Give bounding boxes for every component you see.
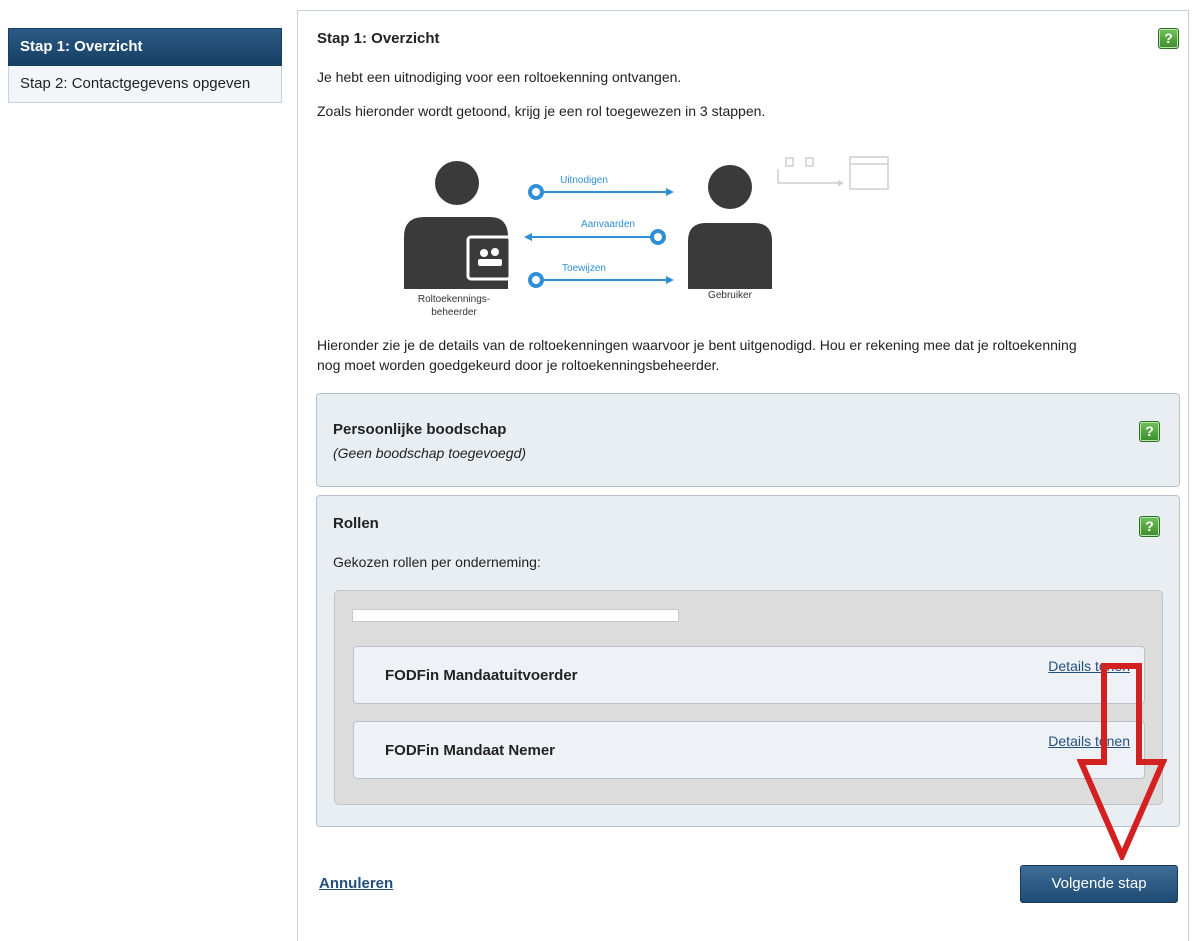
personal-message-text: (Geen boodschap toegevoegd) <box>333 445 527 461</box>
personal-message-title: Persoonlijke boodschap <box>333 421 507 438</box>
roles-title: Rollen <box>333 515 379 532</box>
manager-label-line1: Roltoekennings- <box>418 294 490 305</box>
company-name-redacted <box>352 609 679 622</box>
user-label: Gebruiker <box>708 290 753 301</box>
step-assign-label: Toewijzen <box>562 263 606 274</box>
role-assignment-diagram: Roltoekennings- beheerder Gebruiker Uitn… <box>404 156 889 318</box>
role-name: FODFin Mandaatuitvoerder <box>385 667 578 684</box>
application-window-icon <box>777 156 889 190</box>
manager-label-line2: beheerder <box>431 307 477 318</box>
page-title: Stap 1: Overzicht <box>317 30 440 47</box>
roles-panel: Rollen Gekozen rollen per onderneming: ?… <box>316 495 1180 827</box>
step-invite-label: Uitnodigen <box>560 175 608 186</box>
sidebar-item-overview[interactable]: Stap 1: Overzicht <box>8 28 282 66</box>
personal-message-panel: Persoonlijke boodschap (Geen boodschap t… <box>316 393 1180 487</box>
user-person-icon <box>688 165 772 289</box>
roles-subtitle: Gekozen rollen per onderneming: <box>333 554 541 570</box>
steps-sidebar: Stap 1: Overzicht Stap 2: Contactgegeven… <box>8 28 282 103</box>
steps-text: Zoals hieronder wordt getoond, krijg je … <box>317 103 766 119</box>
step-accept-label: Aanvaarden <box>581 219 635 230</box>
sidebar-item-contact-details[interactable]: Stap 2: Contactgegevens opgeven <box>8 66 282 103</box>
next-step-button[interactable]: Volgende stap <box>1020 865 1178 903</box>
annotation-arrow-icon <box>1077 663 1167 860</box>
manager-person-icon <box>404 161 512 289</box>
details-text-line2: nog moet worden goedgekeurd door je rolt… <box>317 357 720 373</box>
intro-text: Je hebt een uitnodiging voor een roltoek… <box>317 69 682 85</box>
cancel-link[interactable]: Annuleren <box>319 875 393 892</box>
main-panel: Stap 1: Overzicht ? Je hebt een uitnodig… <box>297 10 1189 941</box>
company-roles-group: FODFin Mandaatuitvoerder Details tonen F… <box>334 590 1163 805</box>
details-text-line1: Hieronder zie je de details van de rolto… <box>317 337 1077 353</box>
help-icon[interactable]: ? <box>1158 28 1179 49</box>
help-icon[interactable]: ? <box>1139 421 1160 442</box>
role-name: FODFin Mandaat Nemer <box>385 742 556 759</box>
help-icon[interactable]: ? <box>1139 516 1160 537</box>
role-row: FODFin Mandaat Nemer Details tonen <box>353 721 1145 779</box>
role-row: FODFin Mandaatuitvoerder Details tonen <box>353 646 1145 704</box>
